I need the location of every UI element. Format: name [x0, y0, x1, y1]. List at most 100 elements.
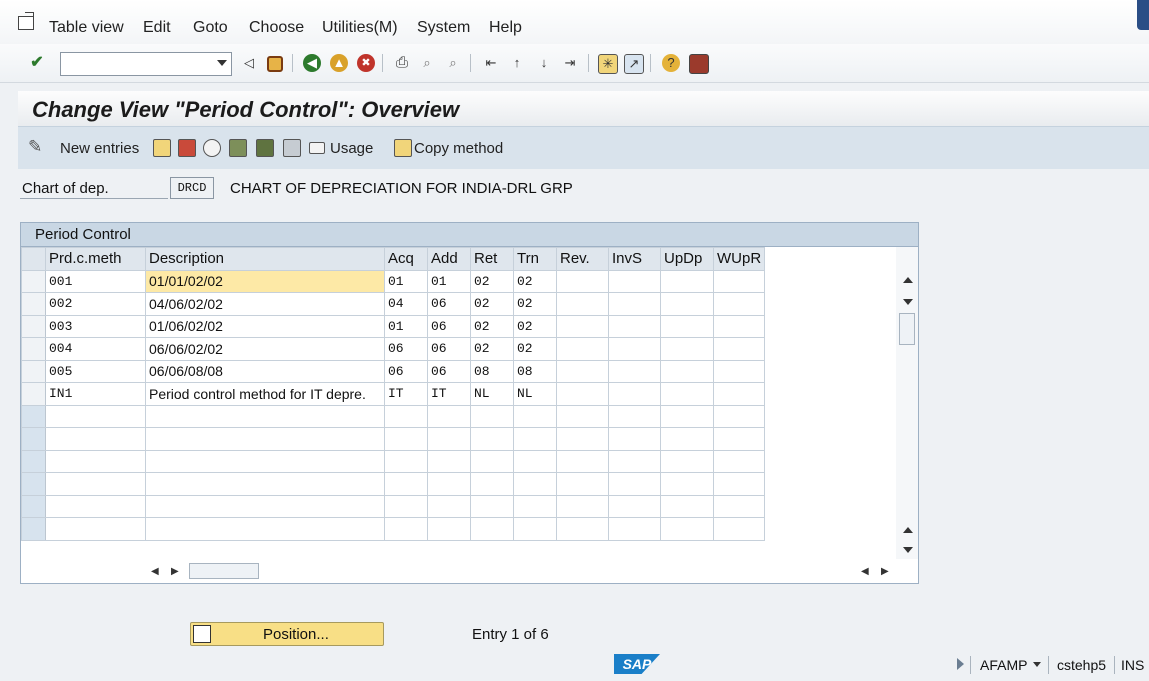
- cell-method[interactable]: [45, 472, 146, 496]
- cell-value[interactable]: 02: [470, 269, 514, 293]
- scroll-left-icon[interactable]: ◀: [861, 566, 869, 577]
- cell-value[interactable]: [384, 494, 428, 518]
- cell-value[interactable]: NL: [470, 382, 514, 406]
- select-all-column-header[interactable]: [21, 247, 46, 271]
- row-selector[interactable]: [21, 404, 46, 428]
- cell-value[interactable]: 08: [470, 359, 514, 383]
- save-icon[interactable]: [267, 56, 283, 72]
- cell-value[interactable]: [608, 427, 661, 451]
- cell-value[interactable]: [660, 472, 714, 496]
- cell-value[interactable]: 02: [513, 337, 557, 361]
- cell-value[interactable]: [427, 494, 471, 518]
- undo-change-icon[interactable]: [203, 139, 221, 157]
- cell-value[interactable]: [556, 449, 609, 473]
- cell-value[interactable]: 06: [384, 337, 428, 361]
- cell-value[interactable]: [608, 269, 661, 293]
- cell-value[interactable]: 06: [427, 292, 471, 316]
- cell-value[interactable]: 01: [427, 269, 471, 293]
- cell-value[interactable]: [660, 292, 714, 316]
- cell-value[interactable]: [660, 359, 714, 383]
- new-entries-button[interactable]: New entries: [60, 140, 139, 157]
- cell-description[interactable]: 06/06/08/08: [145, 359, 385, 383]
- cell-value[interactable]: IT: [384, 382, 428, 406]
- cell-value[interactable]: 01: [384, 269, 428, 293]
- cell-value[interactable]: [513, 494, 557, 518]
- cell-method[interactable]: [45, 449, 146, 473]
- cell-value[interactable]: [513, 517, 557, 541]
- copy-method-button[interactable]: Copy method: [414, 140, 503, 157]
- position-button[interactable]: Position...: [190, 622, 384, 646]
- cell-description[interactable]: [145, 517, 385, 541]
- cell-method[interactable]: [45, 427, 146, 451]
- cell-method[interactable]: [45, 404, 146, 428]
- cell-value[interactable]: [556, 359, 609, 383]
- usage-icon[interactable]: [309, 142, 325, 154]
- usage-button[interactable]: Usage: [330, 140, 373, 157]
- cell-method[interactable]: IN1: [45, 382, 146, 406]
- cell-value[interactable]: [608, 314, 661, 338]
- cell-value[interactable]: [513, 472, 557, 496]
- cell-description[interactable]: 01/01/02/02: [145, 269, 385, 293]
- chevron-down-icon[interactable]: [217, 60, 227, 66]
- cell-value[interactable]: [608, 359, 661, 383]
- prev-page-icon[interactable]: ↑: [508, 54, 526, 72]
- column-header[interactable]: UpDp: [660, 247, 714, 271]
- scroll-thumb[interactable]: [899, 313, 915, 345]
- cell-method[interactable]: 004: [45, 337, 146, 361]
- row-selector[interactable]: [21, 494, 46, 518]
- cell-value[interactable]: 06: [427, 359, 471, 383]
- status-transaction[interactable]: AFAMP: [980, 657, 1027, 673]
- chart-of-dep-field[interactable]: DRCD: [170, 177, 214, 199]
- cell-value[interactable]: [660, 404, 714, 428]
- column-header[interactable]: Description: [145, 247, 385, 271]
- cell-value[interactable]: 06: [427, 314, 471, 338]
- cell-method[interactable]: [45, 517, 146, 541]
- cell-description[interactable]: 01/06/02/02: [145, 314, 385, 338]
- cell-value[interactable]: [712, 494, 766, 518]
- cell-value[interactable]: [660, 337, 714, 361]
- row-selector[interactable]: [21, 269, 46, 293]
- row-selector[interactable]: [21, 427, 46, 451]
- next-page-icon[interactable]: ↓: [535, 54, 553, 72]
- help-icon[interactable]: ?: [662, 54, 680, 72]
- cell-value[interactable]: [470, 404, 514, 428]
- horizontal-scrollbar[interactable]: ◀ ▶ ◀ ▶: [21, 559, 918, 583]
- cell-value[interactable]: 02: [470, 337, 514, 361]
- cell-value[interactable]: [712, 314, 766, 338]
- row-selector[interactable]: [21, 337, 46, 361]
- cell-value[interactable]: [608, 404, 661, 428]
- row-selector[interactable]: [21, 472, 46, 496]
- cell-value[interactable]: [660, 427, 714, 451]
- menu-utilities[interactable]: Utilities(M): [322, 19, 398, 37]
- cell-value[interactable]: [608, 494, 661, 518]
- cell-value[interactable]: 02: [470, 292, 514, 316]
- cell-value[interactable]: [712, 337, 766, 361]
- cell-value[interactable]: [660, 449, 714, 473]
- cell-value[interactable]: [660, 517, 714, 541]
- cell-value[interactable]: [712, 292, 766, 316]
- cell-value[interactable]: [556, 292, 609, 316]
- cell-value[interactable]: [712, 449, 766, 473]
- cell-value[interactable]: [660, 382, 714, 406]
- back-arrow-icon[interactable]: ◁: [240, 54, 258, 72]
- cell-value[interactable]: [427, 404, 471, 428]
- cell-value[interactable]: [556, 404, 609, 428]
- cell-value[interactable]: 06: [427, 337, 471, 361]
- status-mode[interactable]: INS: [1121, 657, 1144, 673]
- cell-method[interactable]: [45, 494, 146, 518]
- cell-value[interactable]: [712, 472, 766, 496]
- cell-value[interactable]: [712, 517, 766, 541]
- cell-value[interactable]: [513, 427, 557, 451]
- cell-value[interactable]: [712, 359, 766, 383]
- row-selector[interactable]: [21, 449, 46, 473]
- row-selector[interactable]: [21, 517, 46, 541]
- cell-value[interactable]: [513, 449, 557, 473]
- cell-value[interactable]: [384, 404, 428, 428]
- cell-value[interactable]: [556, 314, 609, 338]
- cell-value[interactable]: [384, 472, 428, 496]
- cell-value[interactable]: 02: [470, 314, 514, 338]
- cell-value[interactable]: [470, 494, 514, 518]
- cell-value[interactable]: [384, 449, 428, 473]
- find-icon[interactable]: ⌕: [418, 54, 436, 72]
- cell-value[interactable]: [427, 427, 471, 451]
